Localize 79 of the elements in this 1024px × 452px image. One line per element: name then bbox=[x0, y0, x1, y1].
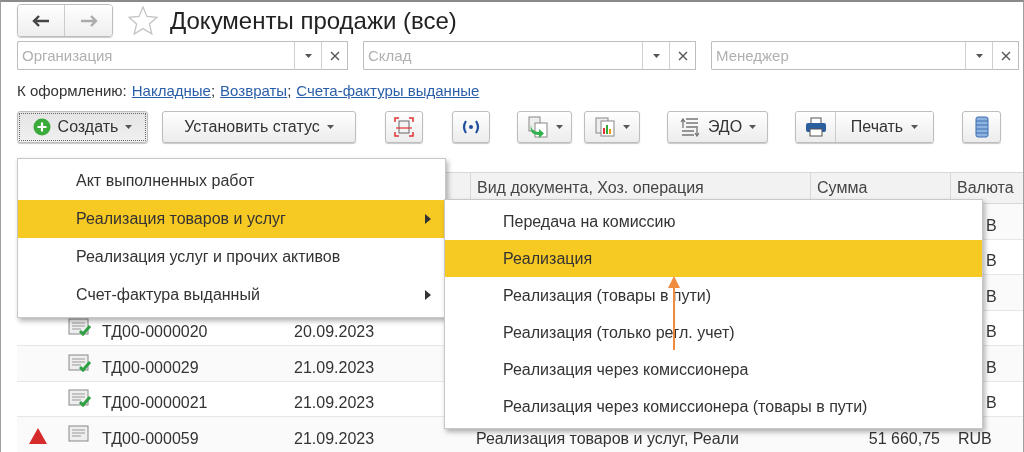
table-cell-text: B bbox=[985, 323, 998, 341]
caret-icon bbox=[304, 53, 312, 58]
filter-field[interactable]: Организация bbox=[17, 41, 294, 70]
create-based-on-button[interactable] bbox=[517, 111, 572, 143]
table-cell-text: B bbox=[985, 394, 998, 412]
posted-document-icon bbox=[68, 317, 92, 337]
window-title: Документы продажи (все) bbox=[170, 6, 457, 35]
caret-icon bbox=[623, 125, 630, 129]
equipment-button[interactable] bbox=[452, 111, 490, 143]
back-button[interactable] bbox=[18, 5, 65, 36]
menu-item[interactable]: Передача на комиссию bbox=[445, 203, 982, 240]
table-cell-text: ТД00-000059 bbox=[101, 429, 200, 448]
table-cell-text: B bbox=[985, 216, 998, 235]
clear-button[interactable] bbox=[321, 41, 348, 70]
close-icon bbox=[1000, 50, 1011, 61]
menu-item[interactable]: Реализация услуг и прочих активов bbox=[18, 238, 445, 276]
caret-icon bbox=[975, 53, 983, 58]
document-icon bbox=[68, 423, 92, 444]
dropdown-button[interactable] bbox=[294, 41, 321, 70]
plus-icon bbox=[32, 118, 51, 136]
links-label: К оформлению: bbox=[17, 82, 127, 99]
reports-button[interactable] bbox=[584, 111, 640, 143]
back-arrow-icon bbox=[32, 14, 50, 27]
menu-item[interactable]: Акт выполненных работ bbox=[18, 162, 445, 200]
dropdown-button[interactable] bbox=[642, 41, 669, 70]
signal-icon bbox=[461, 120, 481, 134]
chart-document-icon bbox=[594, 116, 616, 138]
table-cell-text: 51 660,75 bbox=[867, 429, 941, 448]
list-settings-button[interactable] bbox=[962, 111, 1001, 143]
close-icon bbox=[329, 50, 340, 61]
document-arrow-icon bbox=[526, 116, 549, 138]
caret-icon bbox=[555, 125, 563, 129]
caret-icon bbox=[911, 125, 919, 129]
filter-field[interactable]: Менеджер bbox=[711, 41, 965, 70]
table-cell-text: B bbox=[985, 358, 998, 377]
scan-button[interactable] bbox=[385, 111, 423, 143]
menu-item[interactable]: Реализация через комиссионера bbox=[445, 351, 982, 388]
barcode-scan-icon bbox=[394, 117, 414, 137]
link[interactable]: Возвраты bbox=[220, 82, 288, 99]
caret-icon bbox=[749, 125, 757, 129]
table-cell-text: 21.09.2023 bbox=[293, 358, 376, 377]
posted-document-icon bbox=[68, 352, 92, 373]
menu-item[interactable]: Счет-фактура выданный bbox=[18, 276, 445, 314]
exchange-icon bbox=[678, 117, 701, 137]
table-cell-text: 21.09.2023 bbox=[293, 429, 376, 448]
table-cell-text: 21.09.2023 bbox=[293, 394, 376, 412]
menu-item[interactable]: Реализация товаров и услуг bbox=[18, 200, 445, 238]
caret-icon bbox=[326, 125, 334, 129]
filter-field[interactable]: Склад bbox=[363, 41, 642, 70]
table-cell-text: ТД00-0000021 bbox=[101, 394, 209, 412]
list-icon bbox=[974, 116, 989, 138]
create-button[interactable]: Создать bbox=[17, 111, 148, 143]
printer-icon bbox=[804, 117, 827, 137]
table-cell-text: Реализация товаров и услуг, Реали bbox=[475, 429, 740, 448]
set-status-button[interactable]: Установить статус bbox=[162, 111, 356, 143]
clear-button[interactable] bbox=[992, 41, 1019, 70]
table-cell-text: 20.09.2023 bbox=[293, 323, 376, 341]
separator: ; bbox=[210, 82, 216, 99]
link[interactable]: Накладные bbox=[131, 82, 211, 99]
print-icon-button[interactable] bbox=[796, 112, 836, 142]
forward-arrow-icon bbox=[79, 14, 98, 27]
caret-icon bbox=[652, 53, 660, 58]
close-icon bbox=[677, 50, 688, 61]
link[interactable]: Счета-фактуры выданные bbox=[296, 82, 480, 99]
star-icon[interactable] bbox=[128, 6, 158, 35]
table-cell-text: B bbox=[985, 287, 998, 306]
separator: ; bbox=[287, 82, 292, 99]
table-cell-text: ТД00-000029 bbox=[101, 358, 200, 377]
menu-item[interactable]: Реализация через комиссионера (товары в пути) bbox=[445, 388, 982, 425]
menu-item[interactable]: Реализация bbox=[445, 240, 982, 277]
table-cell-text: B bbox=[985, 252, 998, 270]
dropdown-button[interactable] bbox=[965, 41, 992, 70]
print-button[interactable]: Печать bbox=[836, 112, 933, 142]
clear-button[interactable] bbox=[669, 41, 696, 70]
caret-icon bbox=[125, 125, 133, 129]
table-cell-text: ТД00-0000020 bbox=[101, 323, 209, 341]
edo-button[interactable]: ЭДО bbox=[667, 111, 768, 143]
posted-document-icon bbox=[68, 388, 92, 408]
table-cell-text: RUB bbox=[957, 429, 993, 448]
